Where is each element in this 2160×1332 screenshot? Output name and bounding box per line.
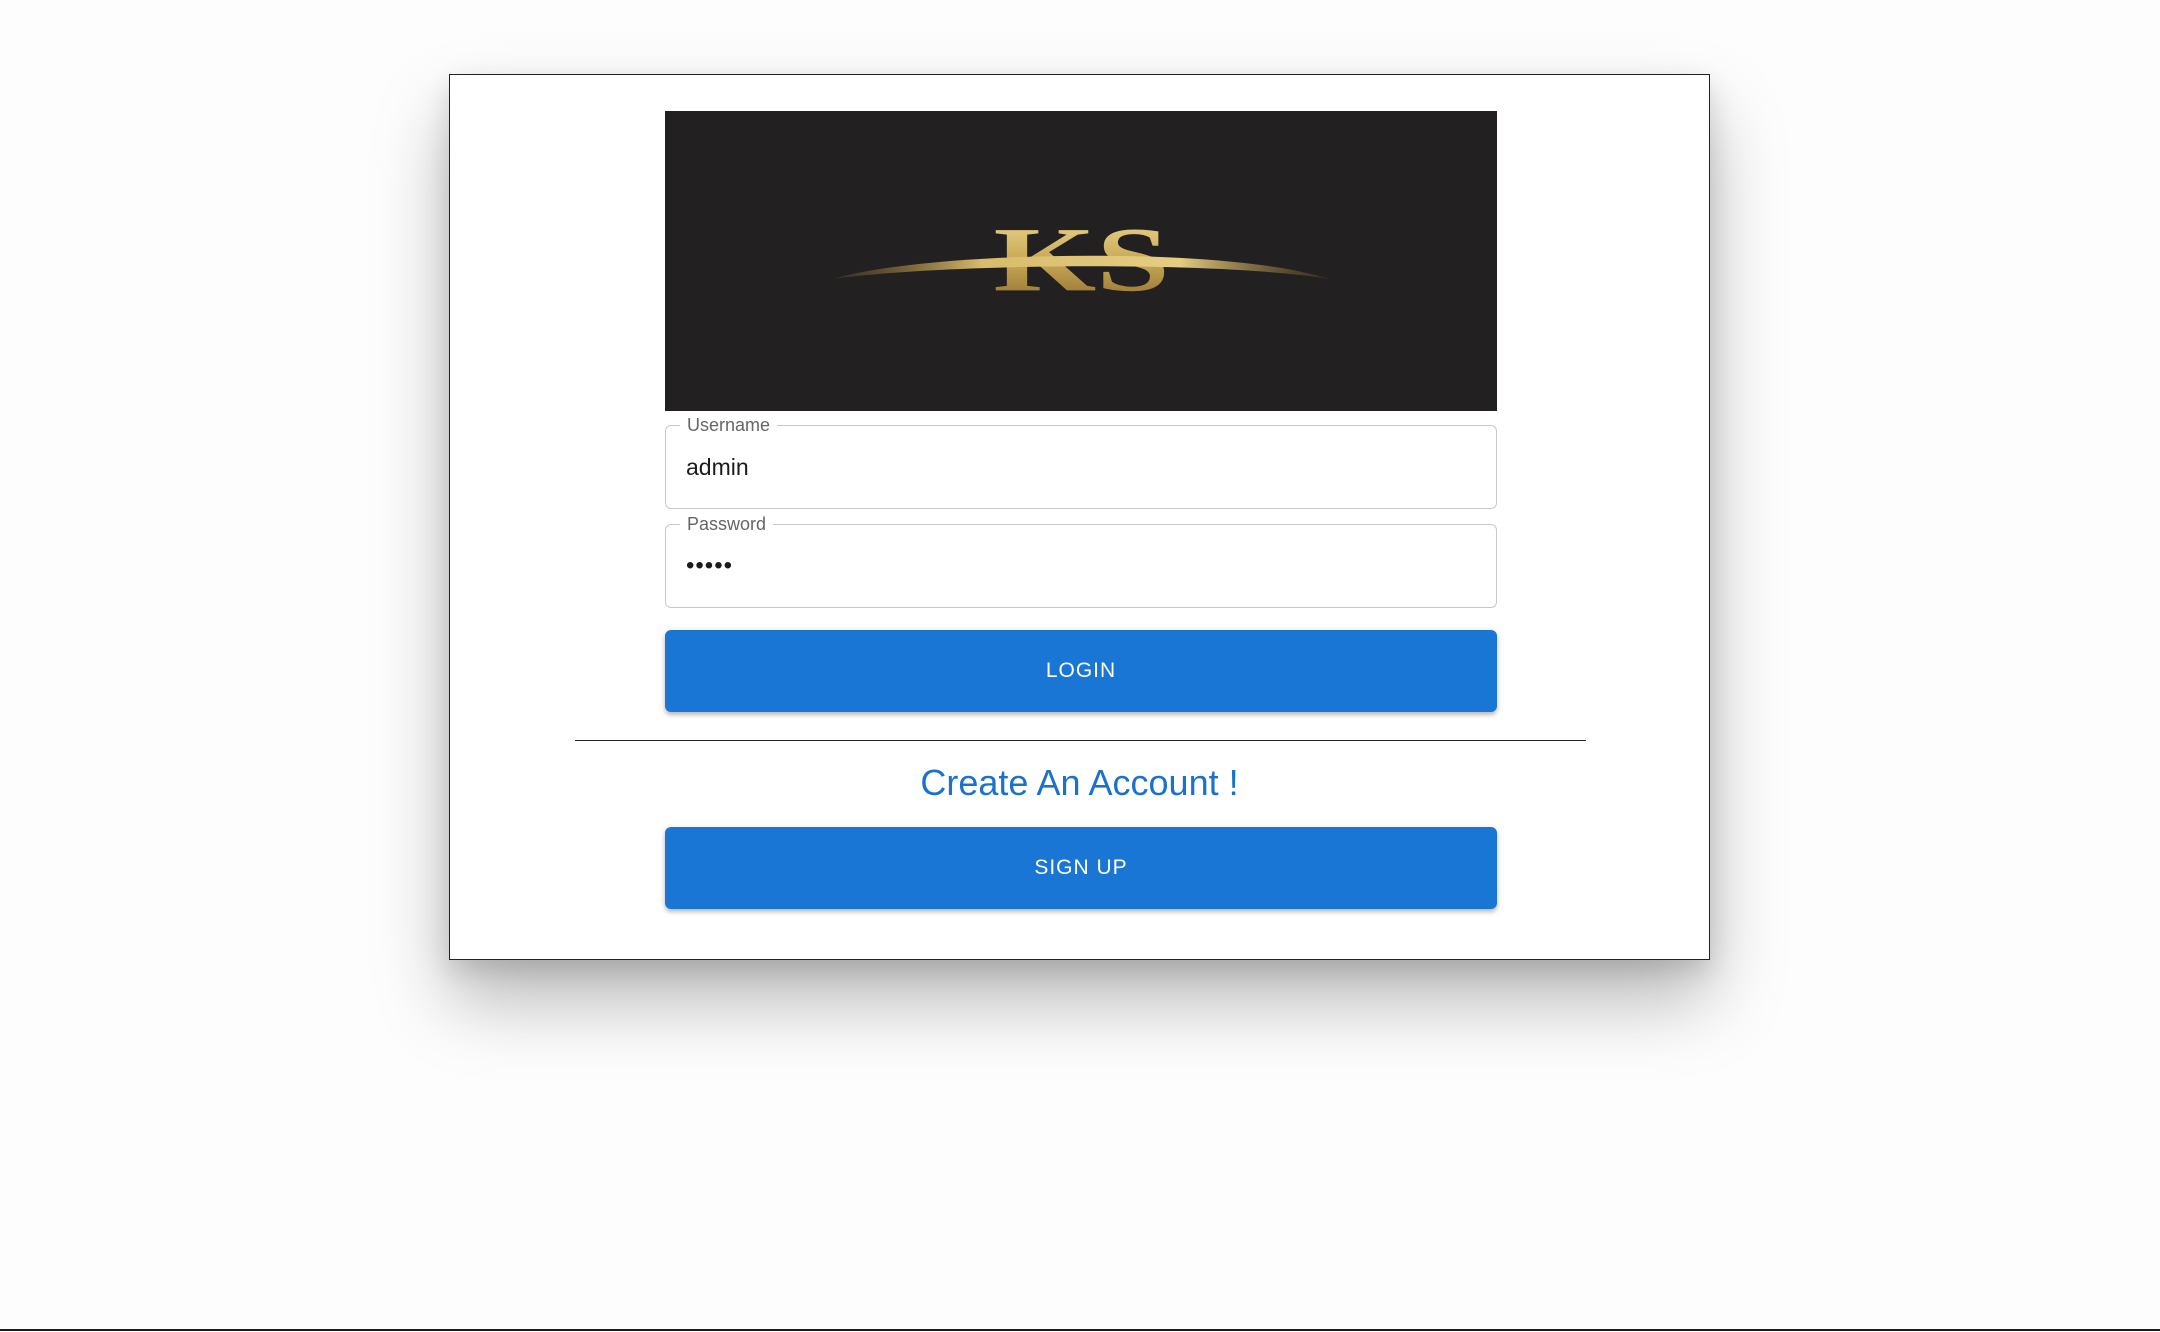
username-input[interactable] [686,426,1476,508]
create-account-link[interactable]: Create An Account ! [450,759,1709,807]
login-page: KS KS Username Password LOGIN Create An … [0,0,2160,1332]
signup-button[interactable]: SIGN UP [665,827,1497,909]
password-field[interactable]: Password [665,513,1497,608]
login-card: KS KS Username Password LOGIN Create An … [449,74,1710,960]
username-field[interactable]: Username [665,414,1497,509]
divider [575,740,1586,741]
bottom-border [0,1329,2160,1331]
password-input[interactable] [686,525,1476,607]
ks-logo-icon: KS KS [833,209,1329,311]
brand-logo: KS KS [665,111,1497,411]
login-button[interactable]: LOGIN [665,630,1497,712]
